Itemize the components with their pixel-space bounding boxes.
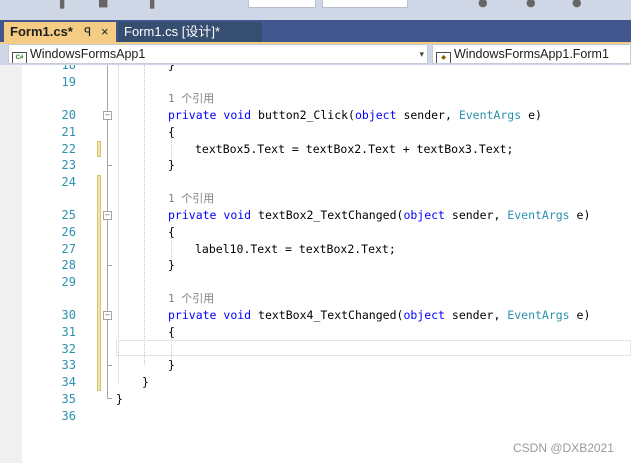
toolbar-icon[interactable]: ▌ <box>150 0 158 9</box>
code-line: 34 } <box>0 374 631 391</box>
close-icon[interactable]: × <box>101 22 109 42</box>
code-text: } <box>168 258 175 272</box>
codelens-references[interactable]: 1 个引用 <box>168 90 214 107</box>
code-text: } <box>142 375 149 389</box>
code-line: 31 { <box>0 324 631 341</box>
method-declaration: private void textBox4_TextChanged(object… <box>168 308 591 322</box>
code-text: { <box>168 225 175 239</box>
configuration-combo[interactable] <box>248 0 316 8</box>
line-number: 35 <box>61 392 76 406</box>
code-editor[interactable]: − − − 1 个引用 1 个引用 1 个引用 18 } 19 20 priva… <box>0 65 631 463</box>
line-number: 25 <box>61 208 76 222</box>
code-line: 20 private void button2_Click(object sen… <box>0 107 631 124</box>
line-number: 28 <box>61 258 76 272</box>
line-number: 32 <box>61 342 76 356</box>
code-line: 19 <box>0 74 631 91</box>
codelens-references[interactable]: 1 个引用 <box>168 290 214 307</box>
line-number: 23 <box>61 158 76 172</box>
code-line: 22 textBox5.Text = textBox2.Text + textB… <box>0 141 631 158</box>
navigation-bar: C# WindowsFormsApp1 ▾ ◆ WindowsFormsApp1.F… <box>0 44 631 65</box>
toolbar-icon[interactable]: ▌ <box>60 0 68 9</box>
chevron-down-icon: ▾ <box>419 49 424 59</box>
tab-label: Form1.cs* <box>10 24 73 39</box>
code-line: 21 { <box>0 124 631 141</box>
code-line: 35 } <box>0 391 631 408</box>
code-text: } <box>168 65 175 72</box>
line-number: 24 <box>61 175 76 189</box>
line-number: 30 <box>61 308 76 322</box>
codelens-references[interactable]: 1 个引用 <box>168 190 214 207</box>
class-dropdown-label: WindowsFormsApp1.Form1 <box>454 47 609 61</box>
project-dropdown-label: WindowsFormsApp1 <box>30 47 146 61</box>
code-line: 29 <box>0 274 631 291</box>
class-dropdown[interactable]: ◆ WindowsFormsApp1.Form1 <box>432 44 631 64</box>
tab-form1-designer[interactable]: Form1.cs [设计]* <box>118 22 262 42</box>
code-line: 26 { <box>0 224 631 241</box>
line-number: 33 <box>61 358 76 372</box>
platform-combo[interactable] <box>322 0 408 8</box>
code-line: 24 <box>0 174 631 191</box>
code-text: } <box>168 358 175 372</box>
line-number: 19 <box>61 75 76 89</box>
code-line: 30 private void textBox4_TextChanged(obj… <box>0 307 631 324</box>
toolbar-icon[interactable]: ■ <box>98 0 108 9</box>
code-text: } <box>168 158 175 172</box>
project-dropdown[interactable]: C# WindowsFormsApp1 ▾ <box>8 44 428 64</box>
code-line: 18 } <box>0 65 631 74</box>
line-number: 18 <box>61 65 76 72</box>
toolbar-icon[interactable]: ● <box>572 0 582 9</box>
class-icon: ◆ <box>436 52 451 63</box>
line-number: 29 <box>61 275 76 289</box>
line-number: 36 <box>61 409 76 423</box>
line-number: 21 <box>61 125 76 139</box>
line-number: 34 <box>61 375 76 389</box>
tab-form1-cs[interactable]: Form1.cs* ꟼ × <box>4 22 116 42</box>
code-text: label10.Text = textBox2.Text; <box>195 242 396 256</box>
line-number: 20 <box>61 108 76 122</box>
code-line: 28 } <box>0 257 631 274</box>
line-number: 26 <box>61 225 76 239</box>
line-number: 22 <box>61 142 76 156</box>
csharp-project-icon: C# <box>12 52 27 63</box>
code-line: 32 <box>0 341 631 358</box>
code-line: 27 label10.Text = textBox2.Text; <box>0 241 631 258</box>
method-declaration: private void button2_Click(object sender… <box>168 108 542 122</box>
code-text: textBox5.Text = textBox2.Text + textBox3… <box>195 142 514 156</box>
document-tab-strip: Form1.cs* ꟼ × Form1.cs [设计]* <box>0 20 631 42</box>
toolbar-icon[interactable]: ● <box>526 0 536 9</box>
code-text: { <box>168 325 175 339</box>
line-number: 31 <box>61 325 76 339</box>
line-number: 27 <box>61 242 76 256</box>
tab-label: Form1.cs [设计]* <box>124 24 221 39</box>
code-line: 33 } <box>0 357 631 374</box>
code-line: 36 <box>0 408 631 425</box>
code-line: 23 } <box>0 157 631 174</box>
top-toolbar: ▌ ■ ▌ ● ● ● <box>0 0 631 20</box>
watermark: CSDN @DXB2021 <box>513 441 614 455</box>
pin-icon[interactable]: ꟼ <box>84 22 91 42</box>
code-line: 25 private void textBox2_TextChanged(obj… <box>0 207 631 224</box>
code-text: { <box>168 125 175 139</box>
method-declaration: private void textBox2_TextChanged(object… <box>168 208 591 222</box>
toolbar-icon[interactable]: ● <box>478 0 488 9</box>
code-text: } <box>116 392 123 406</box>
